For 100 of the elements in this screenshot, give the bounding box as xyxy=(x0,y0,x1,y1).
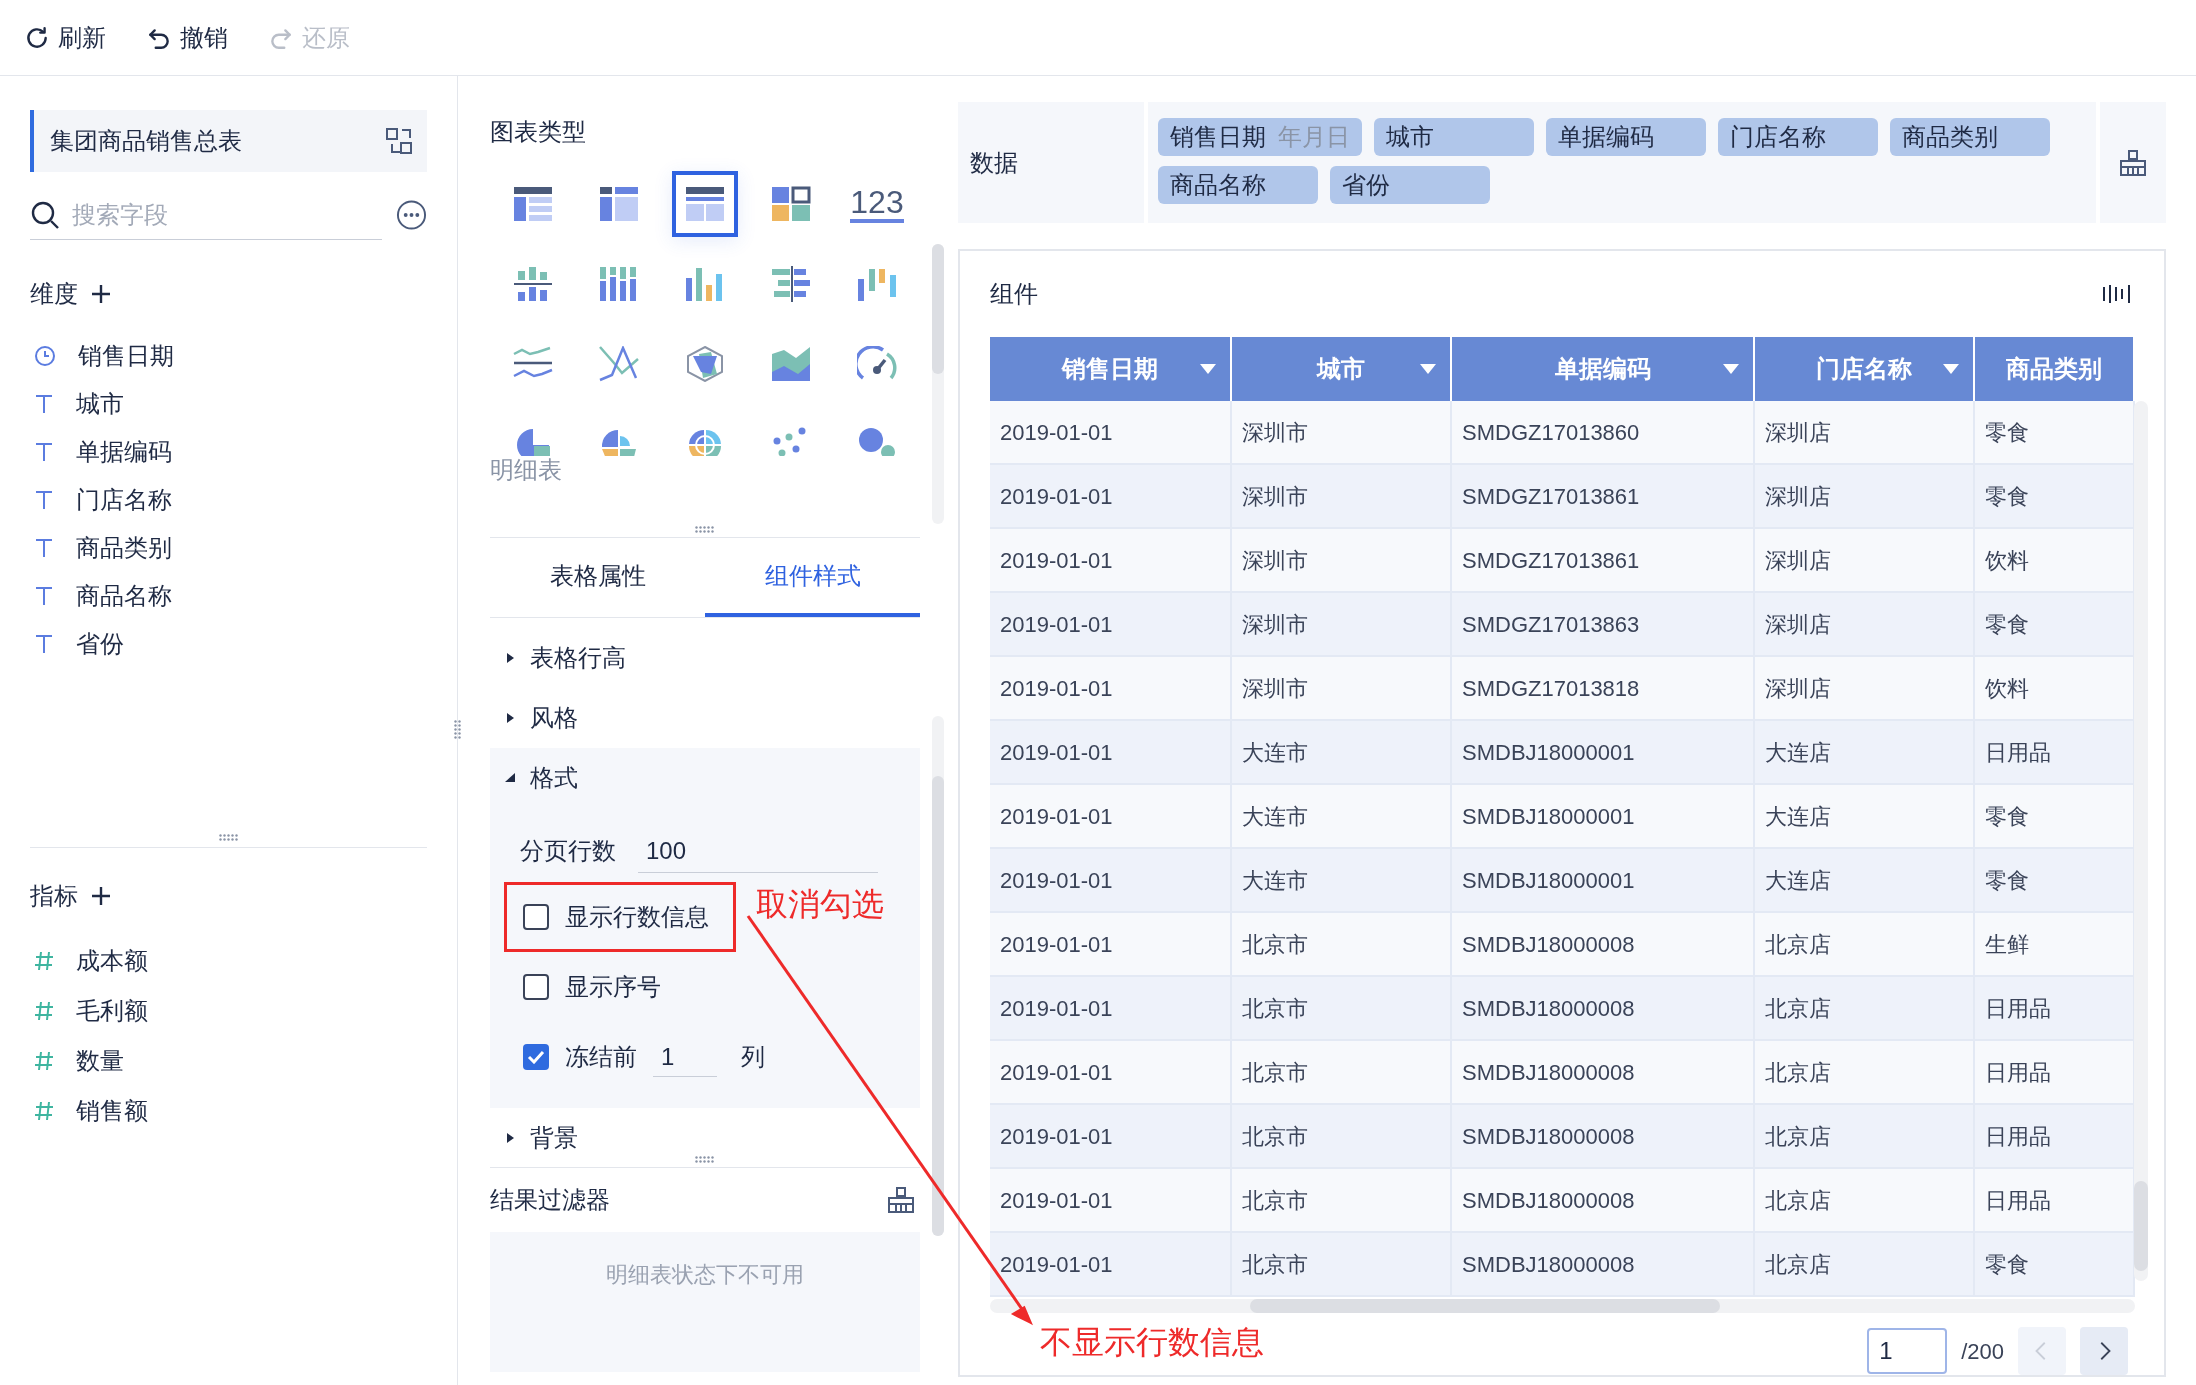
line-chart-icon xyxy=(599,346,639,382)
dataset-title: 集团商品销售总表 xyxy=(50,126,242,156)
checkbox[interactable] xyxy=(523,1044,549,1070)
field-item[interactable]: 商品类别 xyxy=(30,524,427,572)
field-tag[interactable]: 省份 xyxy=(1330,166,1490,204)
table-cell: 深圳店 xyxy=(1755,593,1975,655)
dropdown-caret-icon[interactable] xyxy=(1200,364,1216,374)
table-cell: 北京店 xyxy=(1755,977,1975,1039)
hash-icon xyxy=(34,1100,54,1122)
tab[interactable]: 组件样式 xyxy=(705,538,920,617)
field-tag[interactable]: 城市 xyxy=(1374,118,1534,156)
table-icon xyxy=(599,186,639,222)
page-rows-field[interactable]: 100 xyxy=(638,829,878,873)
table-cell: 2019-01-01 xyxy=(990,1169,1232,1231)
table-cell: SMDBJ18000001 xyxy=(1452,849,1755,911)
chart-type-option[interactable] xyxy=(672,171,738,237)
bar-chart-icon xyxy=(771,266,811,302)
horizontal-scrollbar[interactable] xyxy=(990,1299,2135,1313)
field-item[interactable]: 销售额 xyxy=(30,1086,427,1136)
panel-title: 组件 xyxy=(990,279,1038,309)
freeze-count-field[interactable]: 1 xyxy=(653,1037,717,1077)
chart-type-label: 明细表 xyxy=(490,456,563,484)
barcode-style-icon[interactable] xyxy=(2102,284,2132,304)
field-tag[interactable]: 单据编码 xyxy=(1546,118,1706,156)
hash-icon xyxy=(34,950,54,972)
checkbox-label: 显示序号 xyxy=(565,972,661,1002)
section-header[interactable]: 背景 xyxy=(490,1108,578,1168)
table-cell: 深圳店 xyxy=(1755,465,1975,527)
section-title: 指标 xyxy=(30,881,78,911)
caret-icon[interactable] xyxy=(504,1132,516,1144)
table-cell: SMDGZ17013861 xyxy=(1452,529,1755,591)
table-cell: 深圳店 xyxy=(1755,529,1975,591)
checkbox[interactable] xyxy=(523,904,549,930)
field-item[interactable]: 单据编码 xyxy=(30,428,427,476)
clear-icon[interactable] xyxy=(886,1186,916,1214)
vertical-scrollbar[interactable] xyxy=(2134,401,2148,1281)
refresh-icon xyxy=(24,24,50,51)
field-tag[interactable]: 销售日期 年月日 xyxy=(1158,118,1362,156)
hash-icon xyxy=(34,1050,54,1072)
field-item[interactable]: 省份 xyxy=(30,620,427,668)
table-cell: 大连店 xyxy=(1755,849,1975,911)
section-header[interactable]: 风格 xyxy=(490,688,578,748)
field-tag[interactable]: 门店名称 xyxy=(1718,118,1878,156)
field-item[interactable]: 销售日期 xyxy=(30,332,427,380)
field-item[interactable]: 成本额 xyxy=(30,936,427,986)
section-header[interactable]: 格式 xyxy=(490,748,578,808)
table-cell: 深圳市 xyxy=(1232,529,1452,591)
text-type-icon xyxy=(34,489,54,511)
page-number-field[interactable]: 1 xyxy=(1867,1328,1948,1374)
table-cell: 北京店 xyxy=(1755,1233,1975,1295)
field-item[interactable]: 城市 xyxy=(30,380,427,428)
field-tag[interactable]: 商品类别 xyxy=(1890,118,2050,156)
chart-type-option[interactable]: 123 xyxy=(844,171,910,237)
field-item[interactable]: 数量 xyxy=(30,1036,427,1086)
dropdown-caret-icon[interactable] xyxy=(1943,364,1959,374)
add-icon[interactable] xyxy=(90,885,112,907)
unit-label: 列 xyxy=(741,1042,765,1072)
scrollbar[interactable] xyxy=(932,244,944,524)
clear-icon[interactable] xyxy=(2118,148,2148,177)
add-icon[interactable] xyxy=(90,283,112,305)
text-type-icon xyxy=(34,633,54,655)
pie-chart-icon xyxy=(599,427,639,456)
field-item[interactable]: 门店名称 xyxy=(30,476,427,524)
text-type-icon xyxy=(34,441,54,463)
toolbar-button[interactable]: 撤销 xyxy=(146,19,228,56)
field-tag[interactable]: 商品名称 xyxy=(1158,166,1318,204)
gauge-icon xyxy=(857,346,897,382)
dropdown-caret-icon[interactable] xyxy=(1723,364,1739,374)
table-cell: 2019-01-01 xyxy=(990,1233,1232,1295)
table-cell: 北京市 xyxy=(1232,1105,1452,1167)
table-cell: 大连市 xyxy=(1232,849,1452,911)
resize-handle[interactable] xyxy=(218,834,239,841)
table-cell: 北京市 xyxy=(1232,1169,1452,1231)
tab[interactable]: 表格属性 xyxy=(490,538,705,617)
scrollbar[interactable] xyxy=(932,716,944,1236)
switch-icon[interactable] xyxy=(385,127,413,155)
table-cell: SMDBJ18000001 xyxy=(1452,785,1755,847)
area-chart-icon xyxy=(771,346,811,382)
toolbar-button[interactable]: 刷新 xyxy=(24,19,106,56)
search-field[interactable]: 搜索字段 xyxy=(72,196,382,233)
caret-icon[interactable] xyxy=(504,652,516,664)
field-item[interactable]: 商品名称 xyxy=(30,572,427,620)
resize-handle[interactable] xyxy=(695,526,715,533)
caret-icon[interactable] xyxy=(504,712,516,724)
resize-handle[interactable] xyxy=(695,1156,715,1163)
section-header[interactable]: 表格行高 xyxy=(490,628,626,688)
table-cell: 大连店 xyxy=(1755,785,1975,847)
text-type-icon xyxy=(34,585,54,607)
more-icon[interactable] xyxy=(396,199,427,231)
checkbox-label: 显示行数信息 xyxy=(565,902,709,932)
caret-icon[interactable] xyxy=(504,772,516,784)
field-item[interactable]: 毛利额 xyxy=(30,986,427,1036)
resize-handle[interactable] xyxy=(454,720,461,740)
checkbox[interactable] xyxy=(523,974,549,1000)
next-page-button[interactable] xyxy=(2080,1327,2128,1375)
table-cell: 深圳店 xyxy=(1755,657,1975,719)
table-cell: 北京店 xyxy=(1755,913,1975,975)
table-cell: SMDBJ18000008 xyxy=(1452,977,1755,1039)
table-cell: SMDBJ18000008 xyxy=(1452,1105,1755,1167)
dropdown-caret-icon[interactable] xyxy=(1420,364,1436,374)
